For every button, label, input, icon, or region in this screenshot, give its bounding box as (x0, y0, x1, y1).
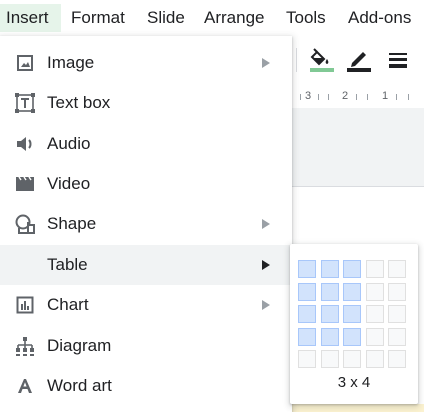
table-grid-cell[interactable] (365, 282, 384, 301)
pen-color-icon[interactable] (345, 46, 373, 74)
menu-item-label: Text box (47, 93, 111, 112)
menu-format[interactable]: Format (65, 4, 131, 32)
table-grid-cell[interactable] (388, 350, 406, 368)
audio-icon (14, 133, 36, 155)
table-grid-cell-selected[interactable] (343, 327, 361, 346)
video-icon (14, 173, 36, 195)
table-grid-cell[interactable] (388, 327, 406, 346)
menu-item-shape[interactable]: Shape (0, 204, 292, 244)
menu-item-label: Chart (47, 295, 89, 314)
word-art-icon (14, 375, 36, 397)
toolbar-divider (296, 48, 297, 72)
shape-icon (14, 213, 36, 235)
table-grid-cell-selected[interactable] (343, 305, 361, 323)
table-grid-cell-selected[interactable] (298, 327, 316, 346)
menu-add-ons[interactable]: Add-ons (342, 4, 417, 32)
menu-slide[interactable]: Slide (141, 4, 191, 32)
chart-icon (14, 294, 36, 316)
menu-item-chart[interactable]: Chart (0, 285, 292, 325)
table-grid-cell-selected[interactable] (343, 260, 361, 278)
table-grid-cell[interactable] (388, 305, 406, 323)
menu-bar: Insert Format Slide Arrange Tools Add-on… (0, 0, 424, 36)
menu-insert[interactable]: Insert (0, 4, 61, 32)
toolbar (292, 36, 424, 86)
ruler-mark: 1 (382, 90, 389, 102)
menu-item-label: Diagram (47, 336, 112, 355)
menu-item-word-art[interactable]: Word art (0, 366, 292, 406)
menu-item-video[interactable]: Video (0, 164, 292, 204)
menu-tools[interactable]: Tools (280, 4, 332, 32)
table-grid-cell[interactable] (320, 350, 339, 368)
submenu-arrow-icon (262, 300, 270, 310)
canvas-background (292, 108, 424, 186)
menu-item-label: Audio (47, 134, 91, 153)
menu-item-label: Video (47, 174, 91, 193)
ruler-mark: 3 (305, 90, 312, 102)
fill-color-bar (310, 68, 334, 72)
submenu-arrow-icon (262, 219, 270, 229)
menu-item-diagram[interactable]: Diagram (0, 326, 292, 366)
menu-item-text-box[interactable]: Text box (0, 83, 292, 123)
menu-arrange[interactable]: Arrange (198, 4, 270, 32)
table-grid-cell-selected[interactable] (320, 260, 339, 278)
table-grid-cell-selected[interactable] (298, 260, 316, 278)
canvas-divider (292, 186, 424, 187)
table-grid-cell[interactable] (365, 350, 384, 368)
menu-item-label: Table (47, 255, 88, 274)
menu-item-label: Image (47, 53, 95, 72)
table-size-label: 3 x 4 (337, 374, 371, 391)
table-grid (298, 260, 410, 372)
table-grid-cell-selected[interactable] (320, 327, 339, 346)
ruler: 3 2 1 (292, 86, 424, 108)
fill-color-icon[interactable] (308, 46, 336, 74)
menu-item-audio[interactable]: Audio (0, 124, 292, 164)
table-grid-cell[interactable] (388, 282, 406, 301)
submenu-arrow-icon (262, 58, 270, 68)
table-grid-cell[interactable] (365, 305, 384, 323)
table-grid-cell[interactable] (343, 350, 361, 368)
table-grid-cell[interactable] (298, 350, 316, 368)
menu-item-label: Word art (47, 376, 112, 395)
ruler-mark: 2 (342, 90, 349, 102)
menu-item-table[interactable]: Table (0, 245, 292, 285)
slide-edge (292, 404, 424, 412)
diagram-icon (14, 335, 36, 357)
table-grid-cell-selected[interactable] (298, 282, 316, 301)
line-weight-icon[interactable] (384, 46, 412, 74)
table-grid-cell-selected[interactable] (343, 282, 361, 301)
menu-item-label: Shape (47, 214, 97, 233)
table-grid-cell-selected[interactable] (320, 305, 339, 323)
table-grid-cell-selected[interactable] (320, 282, 339, 301)
menu-item-image[interactable]: Image (0, 43, 292, 83)
table-grid-cell[interactable] (365, 327, 384, 346)
text-box-icon (14, 92, 36, 114)
image-icon (14, 52, 36, 74)
table-grid-cell-selected[interactable] (298, 305, 316, 323)
table-grid-cell[interactable] (365, 260, 384, 278)
insert-menu: Image Text box Audio Video Shape Table C… (0, 36, 292, 412)
submenu-arrow-icon (262, 260, 270, 270)
table-grid-cell[interactable] (388, 260, 406, 278)
table-size-picker: 3 x 4 (290, 244, 418, 404)
